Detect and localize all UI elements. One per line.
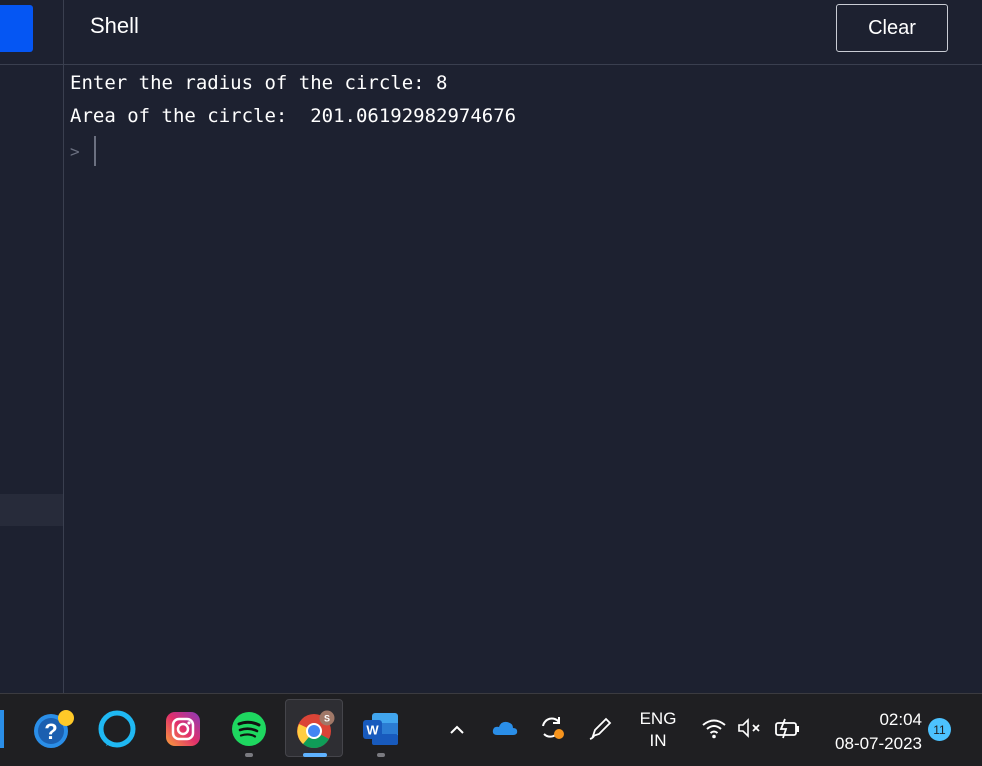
word-icon[interactable]: W bbox=[362, 710, 400, 748]
onedrive-icon[interactable] bbox=[491, 718, 519, 738]
shell-title: Shell bbox=[90, 13, 139, 38]
shell-input-line[interactable]: > bbox=[70, 134, 970, 168]
language-code: ENG bbox=[639, 709, 677, 728]
text-caret bbox=[94, 136, 96, 166]
spotify-icon[interactable] bbox=[230, 710, 268, 748]
output-line: Area of the circle: 201.06192982974676 bbox=[70, 105, 517, 127]
volume-muted-icon[interactable] bbox=[736, 717, 764, 739]
word-running-indicator bbox=[377, 753, 385, 757]
chrome-active-indicator bbox=[303, 753, 327, 757]
battery-charging-icon[interactable] bbox=[772, 716, 802, 740]
chrome-icon[interactable]: S bbox=[295, 710, 335, 749]
pen-icon[interactable] bbox=[587, 714, 615, 742]
shell-output[interactable]: Enter the radius of the circle: 8 Area o… bbox=[70, 68, 970, 168]
wifi-icon[interactable] bbox=[701, 716, 727, 740]
spotify-running-indicator bbox=[245, 753, 253, 757]
notification-badge[interactable]: 11 bbox=[928, 718, 951, 741]
instagram-icon[interactable] bbox=[164, 710, 202, 748]
panel-divider bbox=[0, 64, 63, 65]
prompt-glyph: > bbox=[70, 141, 80, 161]
help-icon[interactable]: ? bbox=[32, 710, 74, 748]
output-line: Enter the radius of the circle: 8 bbox=[70, 72, 448, 94]
chrome-profile-badge: S bbox=[324, 714, 330, 724]
taskbar-edge-app[interactable] bbox=[0, 710, 4, 748]
taskbar: ? S W ENG IN 02:04 08-07-2023 11 bbox=[0, 693, 982, 766]
sync-icon[interactable] bbox=[538, 714, 566, 742]
clear-button[interactable]: Clear bbox=[836, 4, 948, 52]
file-panel bbox=[0, 0, 64, 693]
run-button[interactable] bbox=[0, 5, 33, 52]
alexa-icon[interactable] bbox=[98, 710, 136, 748]
clock-date: 08-07-2023 bbox=[835, 734, 922, 753]
svg-text:?: ? bbox=[44, 719, 57, 744]
active-line-highlight bbox=[0, 494, 63, 526]
chevron-up-icon[interactable] bbox=[447, 720, 467, 740]
clock-time: 02:04 bbox=[879, 710, 922, 729]
word-letter: W bbox=[366, 723, 379, 738]
system-clock[interactable]: 02:04 08-07-2023 bbox=[818, 708, 922, 756]
language-indicator[interactable]: ENG IN bbox=[632, 708, 684, 752]
region-code: IN bbox=[649, 731, 667, 750]
shell-header: Shell Clear bbox=[64, 0, 982, 65]
